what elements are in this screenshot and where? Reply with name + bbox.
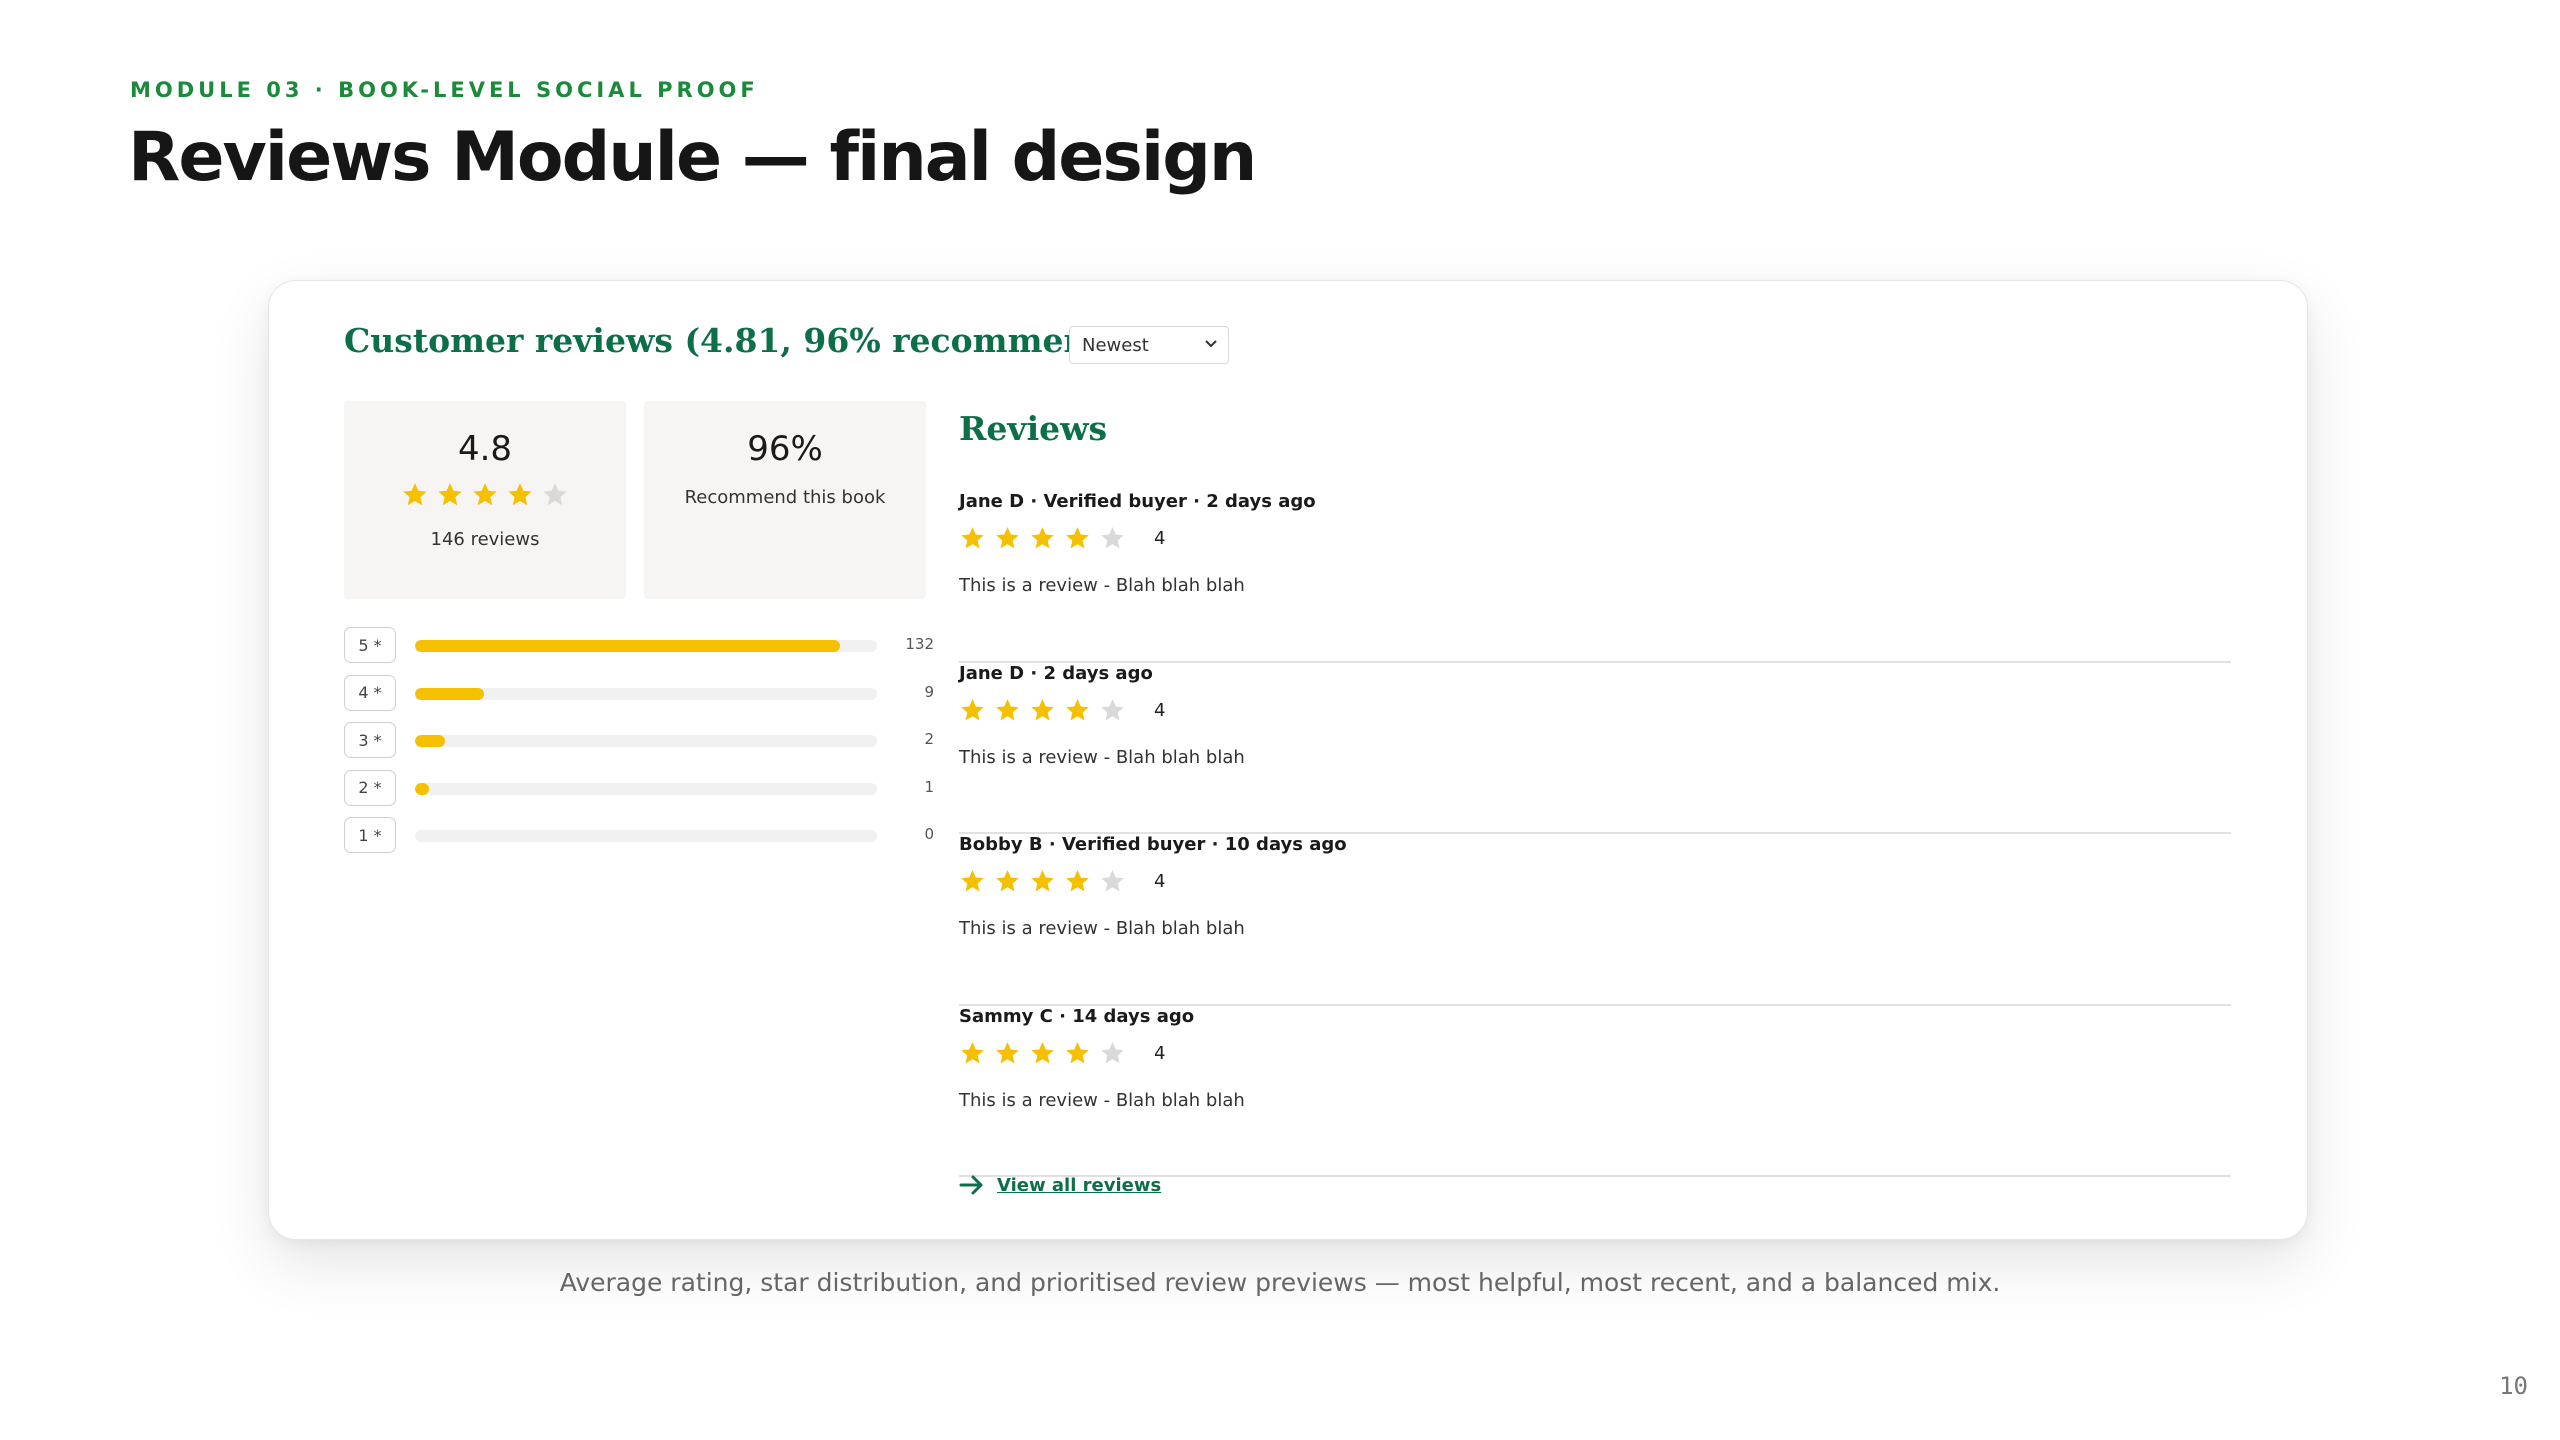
distribution-count: 2 xyxy=(924,730,934,748)
star-empty-icon xyxy=(1099,1040,1126,1067)
review-body: This is a review - Blah blah blah xyxy=(959,1089,1245,1111)
star-empty-icon xyxy=(1099,868,1126,895)
distribution-bar-fill xyxy=(415,782,429,795)
star-filled-icon xyxy=(959,525,986,552)
recommend-box: 96% Recommend this book xyxy=(644,401,926,599)
review-item: Jane D · 2 days ago 4 This is a review -… xyxy=(959,662,2231,834)
customer-reviews-heading: Customer reviews (4.81, 96% recommend) xyxy=(344,321,1127,360)
distribution-count: 132 xyxy=(905,635,934,653)
recommend-percent: 96% xyxy=(747,429,823,469)
distribution-row: 3 * 2 xyxy=(344,722,934,770)
average-rating-box: 4.8 146 reviews xyxy=(344,401,626,599)
distribution-bar-track xyxy=(415,782,877,795)
star-filled-icon xyxy=(994,525,1021,552)
star-filter-3[interactable]: 3 * xyxy=(344,722,396,758)
review-body: This is a review - Blah blah blah xyxy=(959,746,1245,768)
star-filled-icon xyxy=(1029,525,1056,552)
distribution-bar-fill xyxy=(415,687,485,700)
star-filled-icon xyxy=(436,481,464,509)
star-filled-icon xyxy=(401,481,429,509)
star-empty-icon xyxy=(541,481,569,509)
view-all-reviews-label: View all reviews xyxy=(997,1174,1162,1196)
star-filled-icon xyxy=(1064,697,1091,724)
sort-dropdown[interactable]: Newest xyxy=(1069,326,1229,364)
star-filled-icon xyxy=(994,1040,1021,1067)
star-filled-icon xyxy=(1064,1040,1091,1067)
view-all-reviews-link[interactable]: View all reviews xyxy=(959,1174,1161,1196)
reviews-module-card: Customer reviews (4.81, 96% recommend) N… xyxy=(268,280,2308,1240)
average-rating-stars xyxy=(344,481,626,509)
star-filter-5[interactable]: 5 * xyxy=(344,627,396,663)
review-list: Jane D · Verified buyer · 2 days ago 4 T… xyxy=(959,491,2231,1177)
arrow-right-icon xyxy=(959,1175,983,1195)
review-stars xyxy=(959,868,1126,895)
star-filled-icon xyxy=(959,1040,986,1067)
review-body: This is a review - Blah blah blah xyxy=(959,575,1245,596)
distribution-row: 4 * 9 xyxy=(344,674,934,723)
review-item: Jane D · Verified buyer · 2 days ago 4 T… xyxy=(959,491,2231,663)
review-rating: 4 xyxy=(959,1040,1165,1067)
star-filter-2[interactable]: 2 * xyxy=(344,769,396,806)
review-stars xyxy=(959,1040,1126,1067)
review-rating-value: 4 xyxy=(1154,871,1166,892)
review-author-meta: Sammy C · 14 days ago xyxy=(959,1005,1195,1027)
star-filled-icon xyxy=(959,868,986,895)
review-rating: 4 xyxy=(959,525,1165,552)
review-item: Bobby B · Verified buyer · 10 days ago 4… xyxy=(959,834,2231,1006)
star-filled-icon xyxy=(994,868,1021,895)
review-stars xyxy=(959,525,1126,552)
review-stars xyxy=(959,697,1126,724)
review-rating-value: 4 xyxy=(1154,528,1166,549)
review-author-meta: Jane D · Verified buyer · 2 days ago xyxy=(959,491,1316,512)
star-filled-icon xyxy=(1029,1040,1056,1067)
review-count-label: 146 reviews xyxy=(430,529,540,550)
star-filter-1[interactable]: 1 * xyxy=(344,817,396,853)
distribution-bar-fill xyxy=(415,735,446,747)
page-number: 10 xyxy=(2499,1372,2528,1400)
review-author-meta: Bobby B · Verified buyer · 10 days ago xyxy=(959,834,1347,855)
slide-title: Reviews Module — final design xyxy=(128,118,1257,197)
review-rating-value: 4 xyxy=(1154,699,1166,721)
review-rating: 4 xyxy=(959,697,1165,724)
distribution-bar-track xyxy=(415,735,877,747)
star-distribution: 5 * 132 4 * 9 3 * 2 2 * 1 1 * 0 xyxy=(344,627,934,865)
distribution-row: 5 * 132 xyxy=(344,627,934,675)
review-body: This is a review - Blah blah blah xyxy=(959,918,1245,939)
distribution-bar-fill xyxy=(415,640,841,652)
star-filled-icon xyxy=(1064,525,1091,552)
distribution-count: 1 xyxy=(924,777,934,796)
chevron-down-icon xyxy=(1194,337,1228,353)
distribution-count: 0 xyxy=(924,825,934,843)
star-filled-icon xyxy=(471,481,499,509)
slide-eyebrow: MODULE 03 · BOOK-LEVEL SOCIAL PROOF xyxy=(130,78,759,102)
reviews-heading: Reviews xyxy=(959,409,1108,448)
review-author-meta: Jane D · 2 days ago xyxy=(959,662,1153,684)
star-filter-4[interactable]: 4 * xyxy=(344,674,396,711)
star-filled-icon xyxy=(1029,697,1056,724)
sort-selected-value: Newest xyxy=(1082,334,1149,356)
review-rating: 4 xyxy=(959,868,1165,895)
recommend-label: Recommend this book xyxy=(684,487,886,508)
review-rating-value: 4 xyxy=(1154,1042,1166,1064)
star-filled-icon xyxy=(506,481,534,509)
distribution-row: 2 * 1 xyxy=(344,769,934,818)
star-filled-icon xyxy=(1064,868,1091,895)
review-item: Sammy C · 14 days ago 4 This is a review… xyxy=(959,1005,2231,1177)
star-filled-icon xyxy=(994,697,1021,724)
star-filled-icon xyxy=(1029,868,1056,895)
distribution-row: 1 * 0 xyxy=(344,817,934,865)
distribution-bar-track xyxy=(415,687,877,700)
distribution-count: 9 xyxy=(924,682,934,701)
star-empty-icon xyxy=(1099,697,1126,724)
distribution-bar-track xyxy=(415,640,877,652)
slide-caption: Average rating, star distribution, and p… xyxy=(559,1268,2001,1297)
star-filled-icon xyxy=(959,697,986,724)
star-empty-icon xyxy=(1099,525,1126,552)
distribution-bar-track xyxy=(415,830,877,842)
average-rating-value: 4.8 xyxy=(457,429,513,469)
